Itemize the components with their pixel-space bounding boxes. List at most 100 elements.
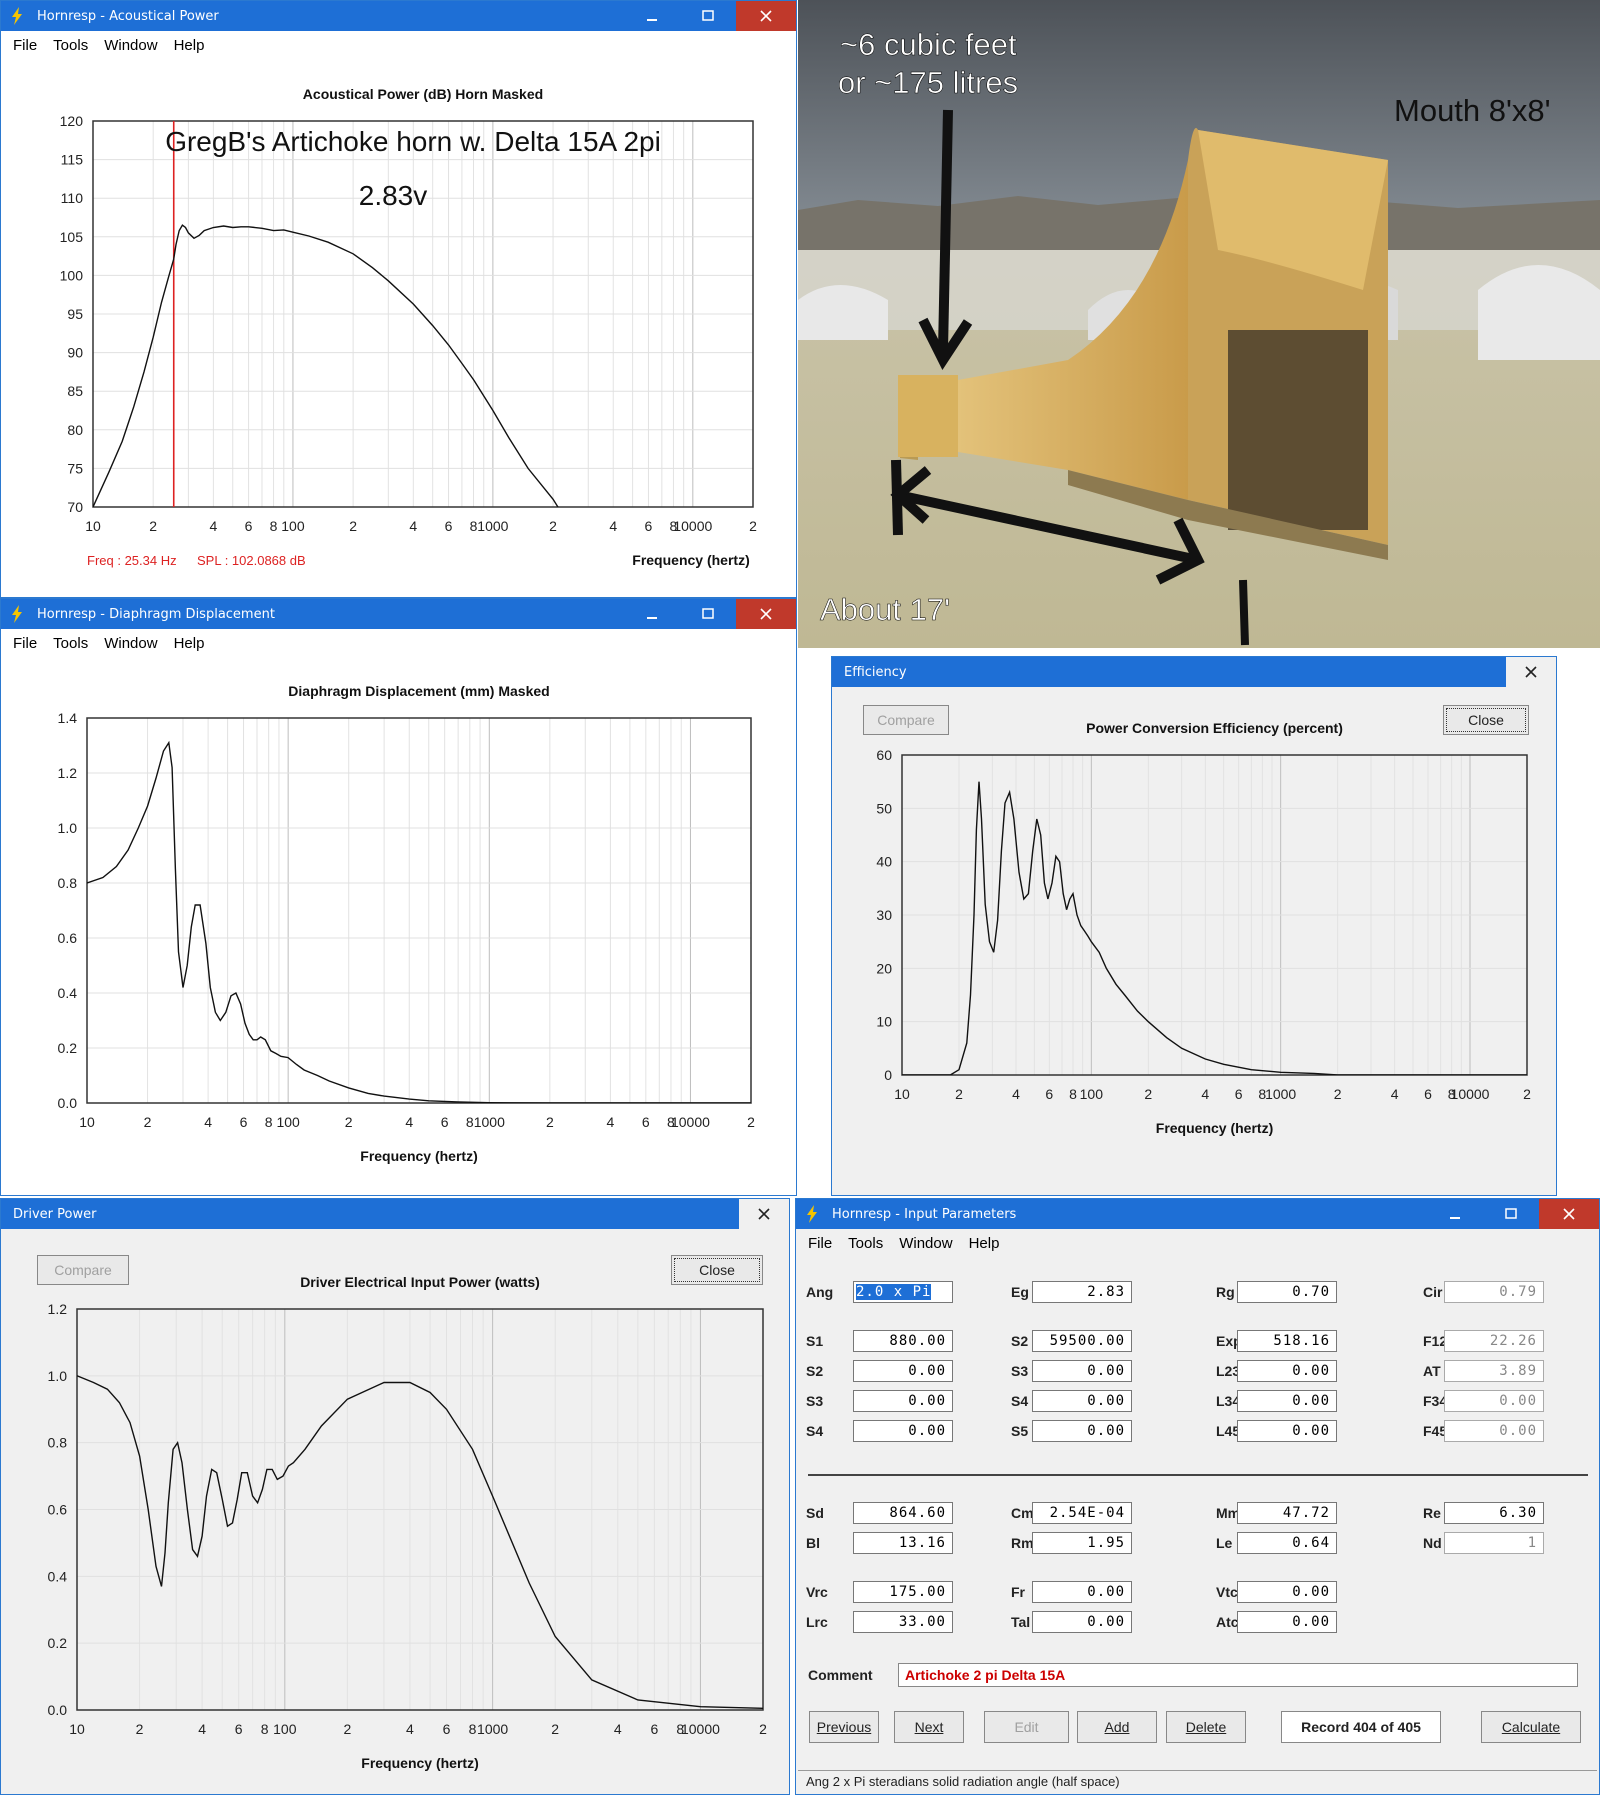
param-field-l23[interactable]: 0.00 [1237,1360,1337,1382]
param-field-le[interactable]: 0.64 [1237,1532,1337,1554]
y-tick-label: 0.6 [48,1502,68,1518]
param-field-s5[interactable]: 0.00 [1032,1420,1132,1442]
param-field-cir[interactable]: 0.79 [1444,1281,1544,1303]
y-tick-label: 0.2 [48,1635,68,1651]
param-field-lrc[interactable]: 33.00 [853,1611,953,1633]
param-field-re[interactable]: 6.30 [1444,1502,1544,1524]
x-tick-label: 6 [235,1721,243,1737]
param-field-rg[interactable]: 0.70 [1237,1281,1337,1303]
x-tick-label: 6 [245,518,253,534]
annotation-title: GregB's Artichoke horn w. Delta 15A 2pi [165,126,661,157]
x-tick-label: 100 [1080,1086,1104,1102]
x-tick-label: 10000 [1451,1086,1490,1102]
menu-file[interactable]: File [13,635,37,652]
param-label-eg: Eg [1011,1284,1029,1300]
close-button[interactable] [739,1199,789,1229]
x-tick-label: 6 [645,518,653,534]
x-tick-label: 2 [343,1721,351,1737]
param-field-f34[interactable]: 0.00 [1444,1390,1544,1412]
param-field-at[interactable]: 3.89 [1444,1360,1544,1382]
close-button[interactable] [1506,657,1556,687]
divider [808,1474,1588,1476]
maximize-button[interactable] [680,599,736,629]
param-field-s4[interactable]: 0.00 [1032,1390,1132,1412]
param-label-sd: Sd [806,1505,824,1521]
x-tick-label: 2 [136,1721,144,1737]
y-tick-label: 75 [67,460,83,476]
param-label-vrc: Vrc [806,1584,828,1600]
x-tick-label: 8 [466,1114,474,1130]
param-field-fr[interactable]: 0.00 [1032,1581,1132,1603]
maximize-icon [702,10,714,21]
param-field-s3[interactable]: 0.00 [853,1390,953,1412]
param-label-bl: Bl [806,1535,820,1551]
next-button[interactable]: Next [894,1711,964,1743]
param-field-l45[interactable]: 0.00 [1237,1420,1337,1442]
param-field-s2[interactable]: 59500.00 [1032,1330,1132,1352]
param-field-mmd[interactable]: 47.72 [1237,1502,1337,1524]
x-tick-label: 10000 [681,1721,720,1737]
status-bar: Ang 2 x Pi steradians solid radiation an… [798,1770,1597,1792]
close-button[interactable] [736,1,796,31]
param-label-s1: S1 [806,1333,824,1349]
driver-power-window: Driver Power Compare Close Driver Electr… [0,1198,790,1795]
data-series-line [902,781,1527,1075]
menu-help[interactable]: Help [174,635,205,652]
param-field-s2[interactable]: 0.00 [853,1360,953,1382]
param-field-vtc[interactable]: 0.00 [1237,1581,1337,1603]
close-button[interactable] [736,599,796,629]
plot-frame [86,717,752,1104]
x-tick-label: 2 [546,1114,554,1130]
param-field-vrc[interactable]: 175.00 [853,1581,953,1603]
x-tick-label: 6 [1045,1086,1053,1102]
param-field-s1[interactable]: 880.00 [853,1330,953,1352]
minimize-button[interactable] [624,599,680,629]
param-field-nd[interactable]: 1 [1444,1532,1544,1554]
title-bar[interactable]: Hornresp - Diaphragm Displacement [1,599,796,629]
x-tick-label: 6 [1235,1086,1243,1102]
title-bar[interactable]: Driver Power [1,1199,789,1229]
param-field-ang[interactable]: 2.0 x Pi [853,1281,953,1303]
param-field-cms[interactable]: 2.54E-04 [1032,1502,1132,1524]
param-field-tal[interactable]: 0.00 [1032,1611,1132,1633]
y-tick-label: 0.8 [58,875,78,891]
previous-button[interactable]: Previous [809,1711,879,1743]
x-tick-label: 4 [609,518,617,534]
edit-button[interactable]: Edit [984,1711,1069,1743]
param-field-l34[interactable]: 0.00 [1237,1390,1337,1412]
delete-button[interactable]: Delete [1166,1711,1246,1743]
param-field-sd[interactable]: 864.60 [853,1502,953,1524]
calculate-button[interactable]: Calculate [1481,1711,1581,1743]
menu-window[interactable]: Window [104,37,157,54]
param-field-exp[interactable]: 518.16 [1237,1330,1337,1352]
param-field-s4[interactable]: 0.00 [853,1420,953,1442]
param-field-bl[interactable]: 13.16 [853,1532,953,1554]
menu-file[interactable]: File [13,37,37,54]
selected-angle-text: 2.0 x Pi [856,1284,932,1300]
menu-tools[interactable]: Tools [53,37,88,54]
x-tick-label: 4 [1012,1086,1020,1102]
menu-window[interactable]: Window [104,635,157,652]
maximize-button[interactable] [680,1,736,31]
comment-field[interactable]: Artichoke 2 pi Delta 15A [898,1663,1578,1687]
title-bar[interactable]: Hornresp - Acoustical Power [1,1,796,31]
param-field-f12[interactable]: 22.26 [1444,1330,1544,1352]
x-tick-label: 2 [149,518,157,534]
add-button[interactable]: Add [1077,1711,1157,1743]
minimize-button[interactable] [624,1,680,31]
title-bar[interactable]: Efficiency [832,657,1556,687]
param-field-s3[interactable]: 0.00 [1032,1360,1132,1382]
close-icon [1525,666,1537,678]
param-field-eg[interactable]: 2.83 [1032,1281,1132,1303]
param-label-ang: Ang [806,1284,834,1300]
param-field-f45[interactable]: 0.00 [1444,1420,1544,1442]
x-tick-label: 10000 [673,518,712,534]
horn-photo-drawing: ~6 cubic feet or ~175 litres Mouth 8'x8'… [798,0,1600,648]
y-tick-label: 1.4 [58,710,78,726]
menu-help[interactable]: Help [174,37,205,54]
menu-tools[interactable]: Tools [53,635,88,652]
param-label-nd: Nd [1423,1535,1442,1551]
x-tick-label: 4 [614,1721,622,1737]
param-field-atc[interactable]: 0.00 [1237,1611,1337,1633]
param-field-rms[interactable]: 1.95 [1032,1532,1132,1554]
